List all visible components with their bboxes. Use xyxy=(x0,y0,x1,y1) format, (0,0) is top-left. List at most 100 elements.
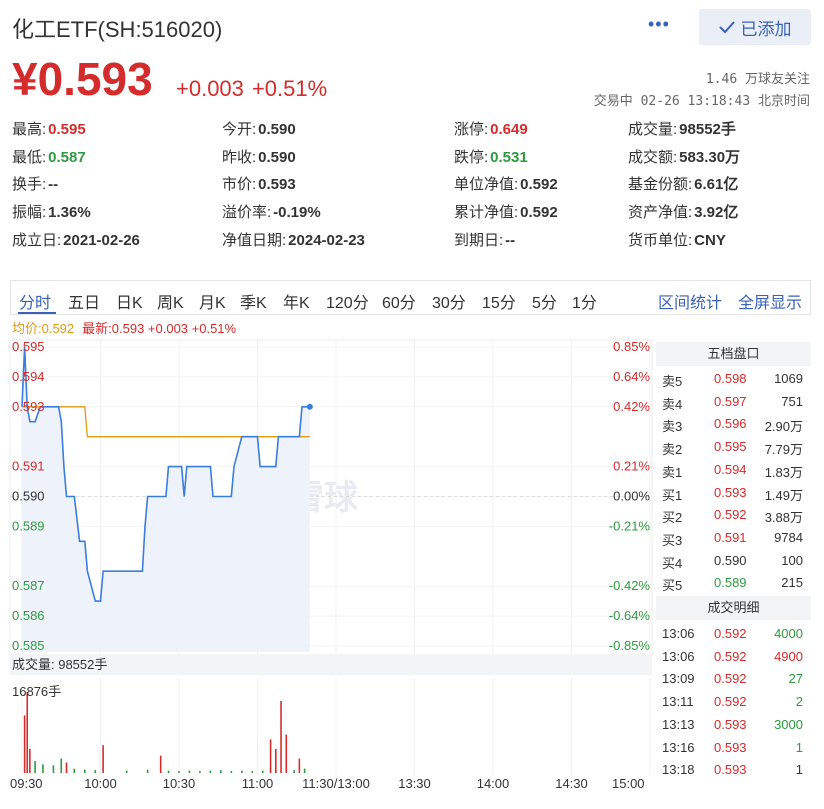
row-label: 卖4 xyxy=(662,396,683,412)
y-tick-label: 0.585 xyxy=(12,638,45,653)
row-price: 0.597 xyxy=(714,393,747,409)
x-tick-label: 15:00 xyxy=(612,776,645,791)
row-volume: 7.79万 xyxy=(764,442,803,458)
row-label: 卖5 xyxy=(662,374,683,389)
avg-price-line xyxy=(22,406,310,438)
latest-point xyxy=(306,403,313,410)
y-tick-label: 0.586 xyxy=(12,608,45,623)
order-book-panel: 五档盘口卖5 0.598 1069 卖4 0.597 751 卖3 0.596 2.90万卖2 0… xyxy=(656,340,811,777)
pct-tick-label: 0.00% xyxy=(613,489,650,504)
row-volume: 2.90万 xyxy=(764,419,803,435)
trade-row: 13:06 0.592 4900 xyxy=(656,645,811,667)
row-price: 0.592 xyxy=(714,671,747,687)
row-label: 卖1 xyxy=(662,464,683,480)
row-volume: 3000 xyxy=(774,716,803,732)
volume-header: 成交量: 98552手 xyxy=(10,655,652,675)
pct-tick-label: 0.64% xyxy=(613,369,650,384)
trade-row: 13:09 0.592 27 xyxy=(656,667,811,689)
row-volume: 4000 xyxy=(774,626,803,641)
volume-max-label: 16876手 xyxy=(12,684,62,699)
row-price: 0.592 xyxy=(714,694,747,710)
bid-row: 买4 0.590 100 xyxy=(656,549,811,571)
y-tick-label: 0.593 xyxy=(12,399,45,414)
row-price: 0.593 xyxy=(714,484,747,500)
trade-row: 13:13 0.593 3000 xyxy=(656,713,811,735)
pct-tick-label: -0.64% xyxy=(609,608,651,623)
row-price: 0.593 xyxy=(714,716,747,732)
row-label: 买3 xyxy=(662,532,683,548)
row-volume: 4900 xyxy=(774,648,803,664)
row-price: 0.596 xyxy=(714,416,747,432)
pct-tick-label: -0.21% xyxy=(609,518,651,533)
bid-row: 买3 0.591 9784 xyxy=(656,526,811,548)
bid-row: 买5 0.589 215 xyxy=(656,571,811,593)
row-price: 0.589 xyxy=(714,575,747,591)
trade-row: 13:06 0.592 4000 xyxy=(656,622,811,644)
row-volume: 100 xyxy=(781,552,803,568)
row-label: 13:13 xyxy=(662,716,695,732)
y-tick-label: 0.590 xyxy=(12,489,45,504)
pct-tick-label: 0.85% xyxy=(613,339,650,354)
row-volume: 1 xyxy=(795,762,803,778)
ask-row: 卖4 0.597 751 xyxy=(656,390,811,412)
x-tick-label: 14:00 xyxy=(476,776,510,791)
row-price: 0.592 xyxy=(714,648,747,664)
row-volume: 1.49万 xyxy=(764,487,803,503)
order-book-title: 五档盘口 xyxy=(656,342,811,366)
trade-row: 13:11 0.592 2 xyxy=(656,690,811,712)
trade-row: 13:18 0.593 1 xyxy=(656,758,811,780)
pct-tick-label: 0.42% xyxy=(613,399,650,414)
row-label: 买2 xyxy=(662,510,683,526)
row-label: 13:09 xyxy=(662,671,695,687)
row-volume: 27 xyxy=(788,671,803,687)
row-price: 0.592 xyxy=(714,626,747,641)
row-volume: 1069 xyxy=(774,371,803,386)
row-label: 13:11 xyxy=(662,694,694,710)
x-tick-label: 09:30 xyxy=(10,776,43,791)
x-tick-label: 10:00 xyxy=(84,776,117,791)
row-label: 买5 xyxy=(662,578,683,594)
row-price: 0.593 xyxy=(714,739,747,755)
ask-row: 卖2 0.595 7.79万 xyxy=(656,435,811,457)
row-label: 买1 xyxy=(662,487,683,503)
x-tick-label: 14:30 xyxy=(555,776,588,791)
row-price: 0.593 xyxy=(714,762,747,778)
row-volume: 751 xyxy=(781,393,803,409)
trades-title: 成交明细 xyxy=(656,596,811,620)
y-tick-label: 0.587 xyxy=(12,578,45,593)
row-price: 0.598 xyxy=(714,371,747,386)
price-area xyxy=(22,347,310,652)
x-tick-label: 10:30 xyxy=(162,776,196,791)
x-tick-label: 11:30/13:00 xyxy=(302,776,370,791)
row-price: 0.592 xyxy=(714,507,747,523)
row-volume: 1 xyxy=(795,739,803,755)
row-label: 13:06 xyxy=(662,626,695,641)
row-volume: 2 xyxy=(795,694,803,710)
y-tick-label: 0.589 xyxy=(12,518,45,533)
pct-tick-label: -0.85% xyxy=(609,638,651,653)
row-volume: 9784 xyxy=(774,529,803,545)
bid-row: 买2 0.592 3.88万 xyxy=(656,503,811,525)
row-price: 0.590 xyxy=(714,552,747,568)
trade-row: 13:16 0.593 1 xyxy=(656,736,811,758)
row-label: 13:16 xyxy=(662,739,695,755)
row-label: 卖2 xyxy=(662,442,683,458)
row-label: 13:18 xyxy=(662,762,695,778)
pct-tick-label: -0.42% xyxy=(609,578,651,593)
row-volume: 3.88万 xyxy=(764,510,803,526)
row-volume: 215 xyxy=(781,575,803,591)
row-label: 卖3 xyxy=(662,419,683,435)
row-price: 0.594 xyxy=(714,461,747,477)
x-tick-label: 13:30 xyxy=(398,776,431,791)
y-tick-label: 0.594 xyxy=(12,369,45,384)
y-tick-label: 0.595 xyxy=(12,339,45,354)
y-tick-label: 0.591 xyxy=(12,459,45,474)
row-label: 买4 xyxy=(662,555,683,571)
row-price: 0.595 xyxy=(714,439,747,455)
ask-row: 卖1 0.594 1.83万 xyxy=(656,458,811,480)
bid-row: 买1 0.593 1.49万 xyxy=(656,481,811,503)
pct-tick-label: 0.21% xyxy=(613,459,650,474)
ask-row: 卖5 0.598 1069 xyxy=(656,367,811,389)
x-tick-label: 11:00 xyxy=(241,776,274,791)
row-volume: 1.83万 xyxy=(764,464,803,480)
